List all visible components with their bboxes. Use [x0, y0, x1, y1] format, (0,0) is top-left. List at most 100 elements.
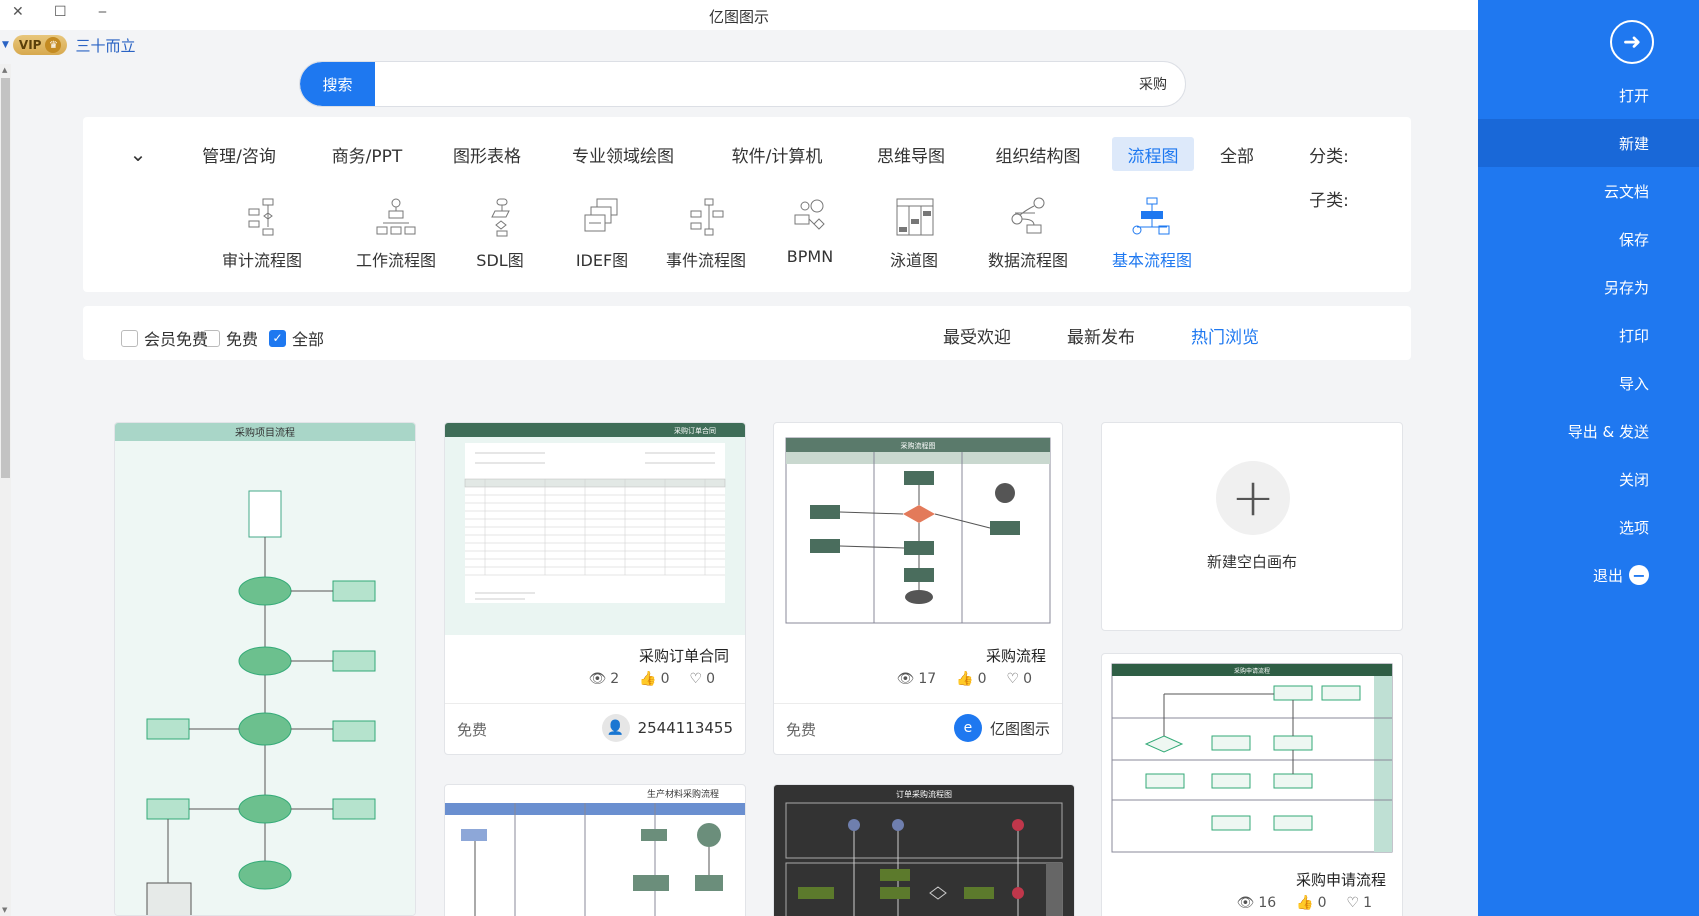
search-input[interactable]: 采购 — [1139, 74, 1167, 94]
user-bar[interactable]: ▼ VIP ♛ 三十而立 — [0, 32, 135, 58]
menu-cloud-docs[interactable]: 云文档 — [1478, 167, 1699, 215]
scrollbar[interactable]: ▲ ▼ — [0, 64, 11, 916]
category-all[interactable]: 全部 — [1207, 137, 1267, 171]
template-thumbnail[interactable]: 采购流程图 — [774, 423, 1062, 635]
favorites-count: 1 — [1363, 895, 1372, 911]
likes-stat[interactable]: 👍 0 — [1296, 895, 1326, 911]
likes-stat[interactable]: 👍 0 — [639, 671, 669, 687]
thumbs-up-icon[interactable]: 👍 — [639, 671, 656, 687]
category-mind-map[interactable]: 思维导图 — [863, 137, 959, 171]
template-thumbnail[interactable]: 生产材料采购流程 — [445, 785, 745, 916]
subcategory-bpmn[interactable]: BPMN — [755, 197, 865, 266]
views-stat: 👁 16 — [1237, 895, 1277, 911]
filter-free[interactable]: 免费 — [203, 326, 258, 350]
category-professional[interactable]: 专业领域绘图 — [551, 137, 695, 171]
exit-icon[interactable]: − — [1629, 565, 1649, 585]
template-thumbnail[interactable]: 采购订单合同 — [445, 423, 745, 635]
subcategory-idef[interactable]: IDEF图 — [547, 197, 657, 271]
category-management[interactable]: 管理/咨询 — [183, 137, 295, 171]
exit-label: 退出 — [1592, 566, 1623, 585]
template-card[interactable]: 采购申请流程 采购申请流程 👁 16 👍 0 ♡ 1 — [1101, 653, 1403, 916]
menu-exit[interactable]: 退出 − — [1478, 551, 1699, 599]
subcategory-swimlane[interactable]: 泳道图 — [859, 197, 969, 271]
views-count: 2 — [610, 671, 620, 687]
favorites-stat[interactable]: ♡ 1 — [1347, 895, 1372, 911]
search-box[interactable]: 搜索 采购 — [299, 61, 1186, 107]
views-count: 16 — [1258, 895, 1277, 911]
template-author[interactable]: e 亿图图示 — [953, 714, 1050, 742]
heart-icon[interactable]: ♡ — [1007, 671, 1020, 687]
author-name[interactable]: 2544113455 — [638, 719, 733, 737]
swimlane-icon — [896, 198, 934, 236]
menu-print[interactable]: 打印 — [1478, 311, 1699, 359]
basic-flowchart-icon — [1132, 197, 1170, 235]
heart-icon[interactable]: ♡ — [690, 671, 703, 687]
checkbox-checked-icon[interactable]: ✓ — [269, 329, 286, 347]
template-title[interactable]: 采购流程 — [986, 645, 1046, 666]
favorites-stat[interactable]: ♡ 0 — [690, 671, 715, 687]
crown-icon: ♛ — [45, 37, 62, 53]
template-card[interactable]: 订单采购流程图 — [773, 784, 1075, 916]
app-window: ✕ ☐ ‒ 亿图图示 ▼ VIP ♛ 三十而立 ▲ ▼ 搜索 采购 分类: 全部 … — [0, 0, 1699, 916]
favorites-stat[interactable]: ♡ 0 — [1007, 671, 1032, 687]
menu-close[interactable]: 关闭 — [1478, 455, 1699, 503]
thumbs-up-icon[interactable]: 👍 — [956, 671, 973, 687]
template-card[interactable]: 生产材料采购流程 — [444, 784, 746, 916]
category-graphic-table[interactable]: 图形表格 — [439, 137, 535, 171]
template-title[interactable]: 采购申请流程 — [1296, 869, 1386, 890]
scrollbar-thumb[interactable] — [1, 78, 10, 478]
template-thumbnail[interactable]: 订单采购流程图 — [774, 785, 1074, 916]
menu-save-as[interactable]: 另存为 — [1478, 263, 1699, 311]
event-flow-icon — [690, 198, 724, 236]
plus-icon[interactable]: + — [1216, 461, 1290, 535]
sort-tab-popular[interactable]: 最受欢迎 — [943, 323, 1011, 348]
thumbnail-title: 采购申请流程 — [1234, 667, 1270, 675]
subcategory-audit-flow[interactable]: 审计流程图 — [207, 197, 317, 271]
author-name[interactable]: 亿图图示 — [990, 718, 1050, 739]
sort-tab-hot[interactable]: 热门浏览 — [1191, 323, 1259, 348]
subcategory-basic-flowchart[interactable]: 基本流程图 — [1097, 197, 1207, 271]
subcategory-label-text: BPMN — [786, 247, 834, 266]
views-stat: 👁 2 — [588, 671, 619, 687]
views-count: 17 — [918, 671, 937, 687]
menu-import[interactable]: 导入 — [1478, 359, 1699, 407]
back-arrow-icon[interactable]: ➜ — [1610, 20, 1654, 64]
filter-all[interactable]: ✓ 全部 — [269, 326, 324, 350]
template-thumbnail[interactable]: 采购项目流程 — [115, 423, 415, 915]
template-thumbnail[interactable]: 采购申请流程 — [1102, 654, 1402, 859]
category-software[interactable]: 软件/计算机 — [715, 137, 839, 171]
sort-tab-newest[interactable]: 最新发布 — [1067, 323, 1135, 348]
thumbnail-title: 采购订单合同 — [674, 426, 716, 435]
search-button[interactable]: 搜索 — [300, 62, 375, 106]
likes-stat[interactable]: 👍 0 — [956, 671, 986, 687]
template-title[interactable]: 采购订单合同 — [639, 645, 729, 666]
scroll-down-icon[interactable]: ▼ — [2, 906, 7, 914]
template-author[interactable]: 👤 2544113455 — [601, 714, 733, 742]
dropdown-caret-icon[interactable]: ▼ — [2, 40, 9, 50]
work-flow-icon — [376, 198, 416, 235]
subcategory-sdl[interactable]: SDL图 — [445, 197, 555, 271]
user-name[interactable]: 三十而立 — [75, 35, 135, 56]
chevron-down-icon[interactable]: ⌄ — [123, 137, 153, 171]
template-card[interactable]: 采购项目流程 — [114, 422, 416, 916]
menu-open[interactable]: 打开 — [1478, 71, 1699, 119]
new-blank-canvas-card[interactable]: + 新建空白画布 — [1101, 422, 1403, 631]
category-flowchart[interactable]: 流程图 — [1112, 137, 1194, 171]
category-business-ppt[interactable]: 商务/PPT — [311, 137, 423, 171]
heart-icon[interactable]: ♡ — [1347, 895, 1360, 911]
menu-save[interactable]: 保存 — [1478, 215, 1699, 263]
category-org-chart[interactable]: 组织结构图 — [983, 137, 1093, 171]
new-canvas-label: 新建空白画布 — [1206, 553, 1297, 571]
filter-vip-free[interactable]: 会员免费 — [121, 326, 208, 350]
checkbox-icon[interactable] — [121, 329, 138, 347]
thumbs-up-icon[interactable]: 👍 — [1296, 895, 1313, 911]
template-card[interactable]: 采购流程图 采购流程 👁 17 👍 0 ♡ 0 e 亿图图示 免费 — [773, 422, 1063, 755]
subcategory-data-flow[interactable]: 数据流程图 — [973, 197, 1083, 271]
template-card[interactable]: 采购订单合同 采购订单合同 👁2 � — [444, 422, 746, 755]
subcategory-event-flow[interactable]: 事件流程图 — [651, 197, 761, 271]
menu-new[interactable]: 新建 — [1478, 119, 1699, 167]
subcategory-work-flow[interactable]: 工作流程图 — [341, 197, 451, 271]
menu-options[interactable]: 选项 — [1478, 503, 1699, 551]
menu-export-send[interactable]: 导出 & 发送 — [1478, 407, 1699, 455]
scroll-up-icon[interactable]: ▲ — [2, 66, 7, 74]
